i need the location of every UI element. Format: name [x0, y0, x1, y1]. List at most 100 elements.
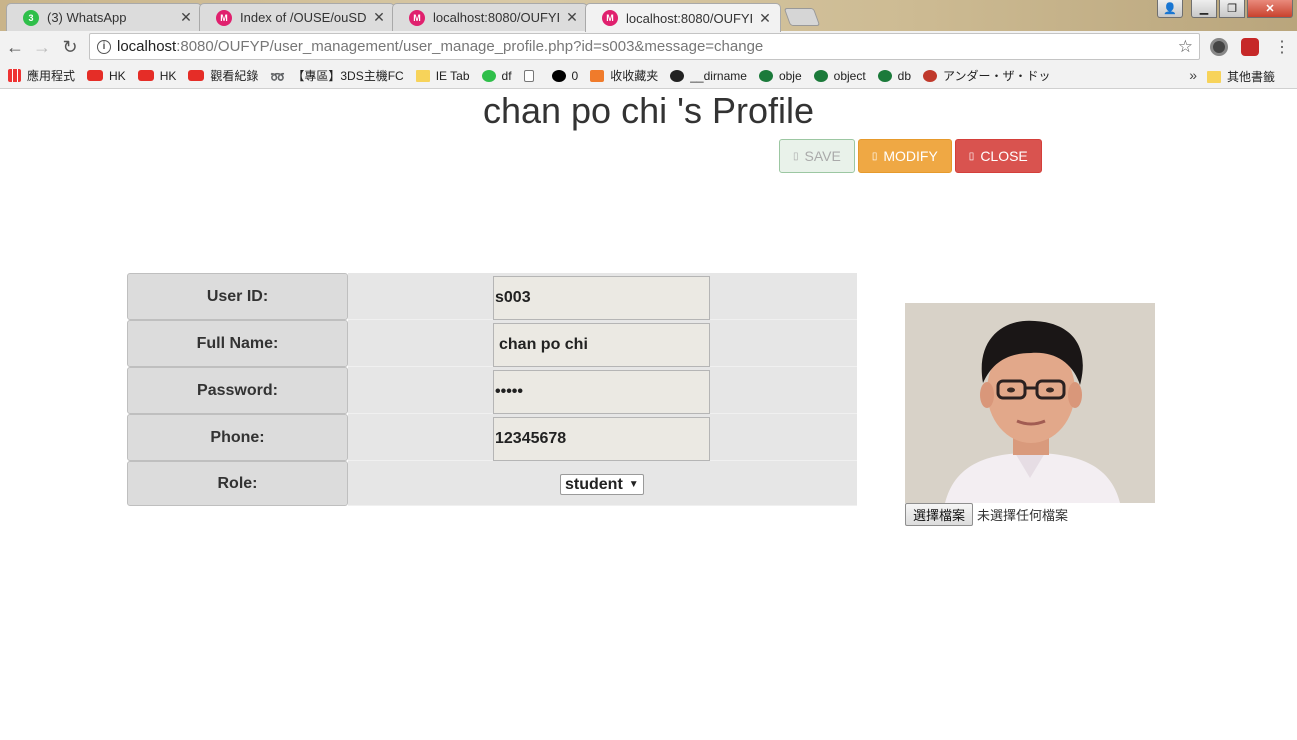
file-upload: 選擇檔案 未選擇任何檔案 — [905, 503, 1068, 526]
youtube-icon — [87, 70, 104, 81]
password-label: Password: — [127, 367, 348, 414]
file-status-text: 未選擇任何檔案 — [977, 508, 1069, 523]
whatsapp-icon — [481, 69, 496, 82]
close-tab-icon[interactable]: ✕ — [372, 9, 386, 26]
new-tab-button[interactable] — [783, 8, 821, 26]
github-icon — [670, 69, 685, 82]
phone-label: Phone: — [127, 414, 348, 461]
bookmark-item[interactable] — [523, 69, 540, 82]
page-title: chan po chi 's Profile — [482, 90, 815, 131]
red-logo-icon — [923, 69, 938, 82]
bookmark-item[interactable]: db — [877, 69, 911, 83]
forward-arrow-icon[interactable]: → — [31, 36, 53, 58]
form-cell: student ▼ — [348, 461, 857, 506]
browser-toolbar: ← → ↻ i localhost:8080/OUFYP/user_manage… — [0, 31, 1297, 63]
form-row-password: Password: ••••• — [127, 367, 857, 414]
form-cell: chan po chi — [348, 320, 857, 367]
other-bookmarks[interactable]: 其他書籤 — [1206, 68, 1287, 85]
tab-index[interactable]: M Index of /OUSE/ouSD_ ✕ — [199, 3, 395, 31]
bookmark-item[interactable]: 0 — [551, 69, 578, 83]
dropdown-caret-icon: ▼ — [628, 479, 639, 490]
full-name-label: Full Name: — [127, 320, 348, 367]
youtube-icon — [188, 70, 205, 81]
phone-field[interactable]: 12345678 — [493, 417, 710, 461]
bookmark-item[interactable]: 觀看紀錄 — [188, 67, 258, 84]
mongodb-icon — [758, 69, 773, 82]
close-tab-icon[interactable]: ✕ — [565, 9, 579, 26]
bookmark-item[interactable]: 收收藏夹 — [590, 67, 658, 84]
save-icon: ▯ — [793, 150, 799, 162]
tab-title: localhost:8080/OUFYP/ — [626, 10, 752, 26]
tab-title: localhost:8080/OUFYP/ — [433, 10, 559, 25]
reload-icon[interactable]: ↻ — [59, 36, 81, 58]
close-tab-icon[interactable]: ✕ — [758, 10, 772, 27]
user-profile-icon[interactable]: 👤 — [1157, 0, 1183, 18]
choose-file-button[interactable]: 選擇檔案 — [905, 503, 974, 526]
tab-title: Index of /OUSE/ouSD_ — [240, 10, 366, 25]
tab-title: (3) WhatsApp — [47, 10, 127, 25]
youtube-icon — [137, 70, 154, 81]
window-close-icon[interactable]: ✕ — [1247, 0, 1293, 18]
form-cell: s003 — [348, 273, 857, 320]
form-cell: 12345678 — [348, 414, 857, 461]
taobao-icon — [590, 69, 605, 82]
url-path: :8080/OUFYP/user_management/user_manage_… — [176, 38, 764, 55]
user-id-label: User ID: — [127, 273, 348, 320]
user-id-field[interactable]: s003 — [493, 276, 710, 320]
password-field[interactable]: ••••• — [493, 370, 710, 414]
bookmarks-overflow-icon[interactable]: » — [1189, 67, 1197, 83]
minimize-icon[interactable]: ▁ — [1191, 0, 1217, 18]
mongodb-icon — [877, 69, 892, 82]
info-icon[interactable]: i — [97, 39, 111, 54]
apps-icon — [8, 69, 21, 82]
bookmark-item[interactable]: 應用程式 — [8, 67, 75, 84]
modify-button[interactable]: ▯ MODIFY — [857, 139, 952, 173]
whatsapp-icon: 3 — [23, 9, 39, 26]
extension-red-icon[interactable] — [1241, 38, 1259, 56]
form-row-full-name: Full Name: chan po chi — [127, 320, 857, 367]
full-name-field[interactable]: chan po chi — [493, 323, 710, 367]
fish-icon: ➿ — [270, 69, 286, 84]
profile-photo — [905, 303, 1155, 503]
bookmark-item[interactable]: アンダー・ザ・ドッ — [923, 67, 1051, 84]
localhost-icon: M — [409, 9, 425, 26]
localhost-icon: M — [216, 9, 232, 26]
bookmark-item[interactable]: df — [481, 69, 512, 83]
folder-icon — [415, 69, 430, 82]
bookmark-item[interactable]: obje — [758, 69, 802, 83]
form-row-user-id: User ID: s003 — [127, 273, 857, 320]
close-icon: ▯ — [968, 150, 975, 162]
profile-form: User ID: s003 Full Name: chan po chi Pas… — [127, 273, 857, 506]
address-bar[interactable]: i localhost:8080/OUFYP/user_management/u… — [89, 33, 1200, 60]
bookmark-item[interactable]: HK — [87, 69, 126, 83]
action-buttons: ▯ SAVE ▯ MODIFY ▯ CLOSE — [779, 139, 1042, 173]
bookmark-item[interactable]: HK — [137, 69, 176, 83]
form-cell: ••••• — [348, 367, 857, 414]
bookmark-item[interactable]: IE Tab — [415, 69, 470, 83]
tab-localhost-active[interactable]: M localhost:8080/OUFYP/ ✕ — [585, 3, 781, 32]
close-tab-icon[interactable]: ✕ — [179, 9, 193, 26]
form-row-phone: Phone: 12345678 — [127, 414, 857, 461]
menu-kebab-icon[interactable]: ⋮ — [1271, 36, 1293, 58]
person-photo-icon — [905, 303, 1155, 503]
window-controls: 👤 ▁ ❐ ✕ — [1157, 0, 1293, 18]
form-row-role: Role: student ▼ — [127, 461, 857, 506]
extension-icon[interactable] — [1210, 38, 1228, 56]
bookmark-item[interactable]: object — [813, 69, 866, 83]
tab-localhost-1[interactable]: M localhost:8080/OUFYP/ ✕ — [392, 3, 588, 31]
bookmark-item[interactable]: __dirname — [670, 69, 747, 83]
role-label: Role: — [127, 461, 348, 506]
localhost-icon: M — [602, 10, 618, 26]
role-select[interactable]: student ▼ — [560, 474, 644, 495]
maximize-icon[interactable]: ❐ — [1219, 0, 1245, 18]
close-button[interactable]: ▯ CLOSE — [954, 139, 1042, 173]
edit-icon: ▯ — [871, 150, 878, 162]
save-button[interactable]: ▯ SAVE — [779, 139, 855, 173]
bookmark-star-icon[interactable]: ☆ — [1178, 37, 1193, 57]
folder-icon — [1206, 70, 1221, 83]
document-icon — [523, 69, 534, 82]
back-arrow-icon[interactable]: ← — [4, 36, 26, 58]
tab-whatsapp[interactable]: 3 (3) WhatsApp ✕ — [6, 3, 202, 31]
circle-icon — [551, 69, 566, 82]
bookmark-item[interactable]: ➿ 【專區】3DS主機FC — [270, 67, 403, 84]
